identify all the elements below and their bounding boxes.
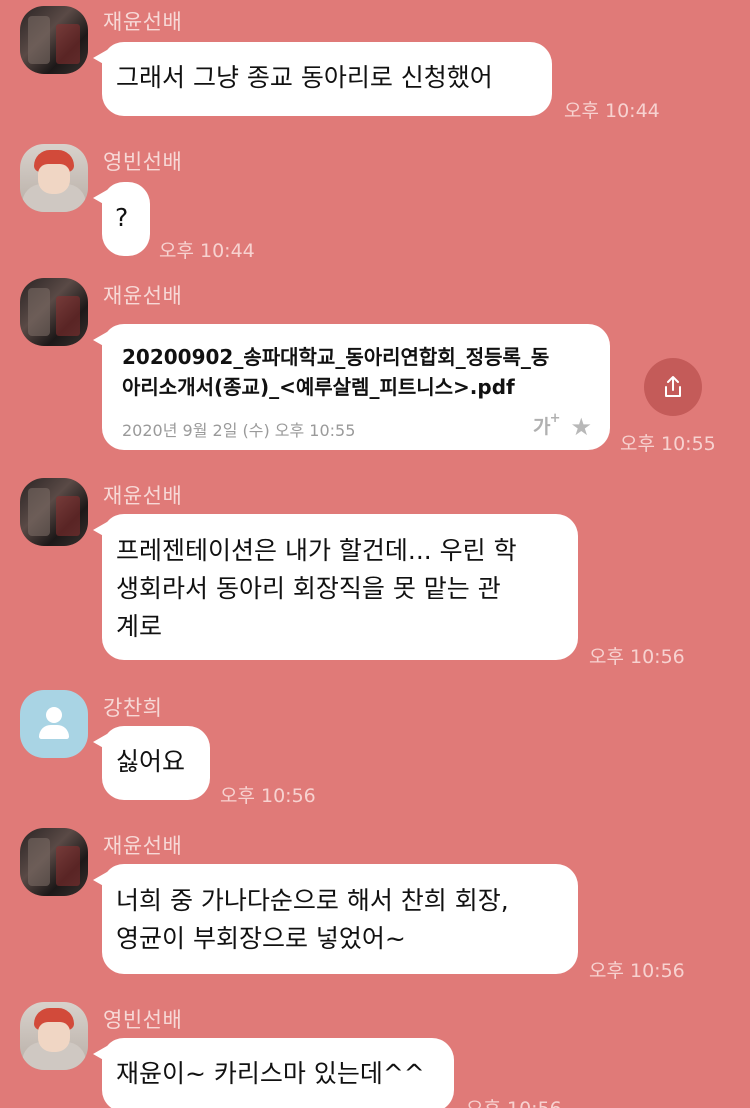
message-text: 재윤이~ 카리스마 있는데^^ [116, 1059, 425, 1088]
message-text: 싫어요 [116, 747, 186, 776]
avatar-jaeyun[interactable] [20, 828, 88, 896]
file-title-line2: 아리소개서(종교)_<예루살렘_피트니스>.pdf [122, 375, 515, 399]
message-line: 프레젠테이션은 내가 할건데... 우린 학 [116, 536, 517, 565]
message-bubble[interactable]: 너희 중 가나다순으로 해서 찬희 회장, 영균이 부회장으로 넣었어~ [93, 864, 578, 974]
file-bubble[interactable]: 20200902_송파대학교_동아리연합회_정등록_동 아리소개서(종교)_<예… [93, 324, 610, 450]
text-size-icon[interactable]: 가 + [533, 410, 560, 444]
sender-name: 영빈선배 [103, 1008, 183, 1032]
avatar-jaeyun[interactable] [20, 478, 88, 546]
sender-name: 영빈선배 [103, 150, 183, 174]
message-time: 오후 10:44 [564, 100, 660, 122]
file-date: 2020년 9월 2일 (수) 오후 10:55 [122, 421, 356, 440]
message-text: ? [115, 203, 129, 232]
sender-name: 재윤선배 [103, 834, 183, 858]
message-bubble[interactable]: 프레젠테이션은 내가 할건데... 우린 학 생회라서 동아리 회장직을 못 맡… [93, 514, 578, 660]
message-bubble[interactable]: 재윤이~ 카리스마 있는데^^ [93, 1038, 454, 1108]
avatar-youngbin[interactable] [20, 1002, 88, 1070]
avatar-jaeyun[interactable] [20, 6, 88, 74]
message-time: 오후 10:55 [620, 433, 716, 455]
avatar-default[interactable] [20, 690, 88, 758]
message-bubble[interactable]: ? [93, 182, 150, 256]
message-bubble[interactable]: 그래서 그냥 종교 동아리로 신청했어 [93, 42, 552, 116]
share-button[interactable] [644, 358, 702, 416]
sender-name: 재윤선배 [103, 10, 183, 34]
message-line: 너희 중 가나다순으로 해서 찬희 회장, [116, 886, 509, 915]
avatar-jaeyun[interactable] [20, 278, 88, 346]
avatar-youngbin[interactable] [20, 144, 88, 212]
message-time: 오후 10:56 [589, 960, 685, 982]
message-line: 계로 [116, 612, 163, 641]
sender-name: 강찬희 [103, 696, 163, 720]
message-line: 영균이 부회장으로 넣었어~ [116, 924, 406, 953]
message-text: 그래서 그냥 종교 동아리로 신청했어 [116, 63, 493, 92]
sender-name: 재윤선배 [103, 284, 183, 308]
sender-name: 재윤선배 [103, 484, 183, 508]
message-bubble[interactable]: 싫어요 [93, 726, 210, 800]
message-time: 오후 10:56 [589, 646, 685, 668]
file-title-line1: 20200902_송파대학교_동아리연합회_정등록_동 [122, 345, 550, 369]
message-time: 오후 10:56 [220, 785, 316, 807]
message-time: 오후 10:44 [159, 240, 255, 262]
message-line: 생회라서 동아리 회장직을 못 맡는 관 [116, 574, 501, 603]
star-icon[interactable]: ★ [570, 410, 592, 444]
share-icon [665, 376, 681, 397]
message-time: 오후 10:56 [466, 1094, 562, 1108]
